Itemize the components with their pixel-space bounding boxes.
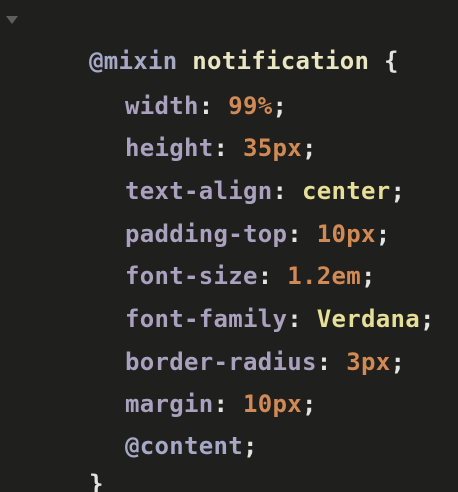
- semicolon: ;: [390, 348, 406, 376]
- open-brace: {: [384, 47, 399, 75]
- code-line-declaration: padding-top: 10px;: [66, 174, 391, 248]
- colon: :: [316, 348, 332, 376]
- code-line-declaration: width: 99%;: [66, 46, 287, 120]
- semicolon: ;: [302, 390, 317, 418]
- code-line-declaration: font-family: Verdana;: [66, 259, 435, 333]
- code-line-content-directive: @content;: [66, 386, 258, 460]
- semicolon: ;: [375, 220, 391, 248]
- semicolon: ;: [420, 305, 435, 333]
- fold-gutter: [0, 0, 28, 492]
- code-line-close: }: [30, 424, 104, 492]
- code-line-declaration: height: 35px;: [66, 88, 317, 162]
- fold-arrow-icon[interactable]: [6, 16, 18, 24]
- code-line-declaration: text-align: center;: [66, 131, 405, 205]
- close-brace: }: [89, 470, 104, 492]
- semicolon: ;: [243, 432, 258, 460]
- code-line-declaration: font-size: 1.2em;: [66, 216, 376, 290]
- content-directive: @content: [125, 432, 243, 460]
- css-value: 3px: [346, 348, 391, 376]
- code-line-mixin-declaration: @mixin notification {: [30, 1, 399, 75]
- code-editor[interactable]: @mixin notification { width: 99%; height…: [0, 0, 458, 492]
- semicolon: ;: [390, 177, 406, 205]
- code-line-declaration: margin: 10px;: [66, 344, 317, 418]
- code-line-declaration: border-radius: 3px;: [66, 302, 405, 376]
